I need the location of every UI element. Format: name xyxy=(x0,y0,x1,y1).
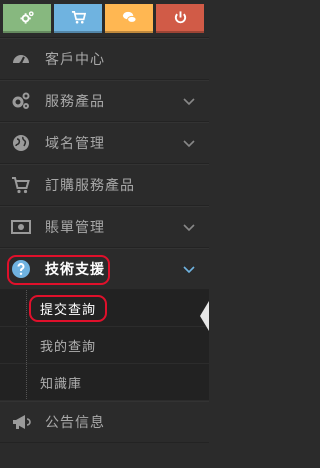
shortcut-settings-button[interactable] xyxy=(3,4,51,33)
nav-item-support[interactable]: 技術支援 xyxy=(0,248,209,290)
nav-item-services[interactable]: 服務產品 xyxy=(0,80,209,122)
nav-item-order-services[interactable]: 訂購服務產品 xyxy=(0,164,209,206)
power-icon xyxy=(174,11,186,24)
chevron-down-icon xyxy=(183,98,195,106)
money-icon xyxy=(10,216,32,238)
submenu-active-arrow xyxy=(200,301,209,331)
nav-item-billing[interactable]: 賬單管理 xyxy=(0,206,209,248)
shortcut-cart-button[interactable] xyxy=(54,4,102,33)
sidebar-nav: 客戶中心 服務產品 域名管理 訂購服務產品 賬單管理 技術支援 提交查詢 我的查… xyxy=(0,38,209,443)
nav-item-announcements[interactable]: 公告信息 xyxy=(0,401,209,443)
shortcut-chat-button[interactable] xyxy=(105,4,153,33)
highlight-annotation xyxy=(29,295,107,322)
submenu-label-my-tickets: 我的查詢 xyxy=(40,339,97,355)
bullhorn-icon xyxy=(10,411,32,433)
nav-label-announcements: 公告信息 xyxy=(45,415,105,431)
sidebar: 客戶中心 服務產品 域名管理 訂購服務產品 賬單管理 技術支援 提交查詢 我的查… xyxy=(0,0,209,468)
chevron-down-icon xyxy=(183,140,195,148)
submenu-item-submit-ticket[interactable]: 提交查詢 xyxy=(0,290,209,327)
chat-icon xyxy=(122,11,137,23)
shortcut-power-button[interactable] xyxy=(156,4,204,33)
submenu-label-knowledgebase: 知識庫 xyxy=(40,376,83,392)
cart-icon xyxy=(10,174,32,196)
nav-label-domains: 域名管理 xyxy=(45,136,105,152)
nav-label-order-services: 訂購服務產品 xyxy=(45,178,135,194)
nav-item-client-center[interactable]: 客戶中心 xyxy=(0,38,209,80)
dashboard-icon xyxy=(10,48,32,70)
cogs-icon xyxy=(10,90,32,112)
cogs-icon xyxy=(19,11,34,24)
chevron-up-icon xyxy=(183,266,195,274)
submenu-item-knowledgebase[interactable]: 知識庫 xyxy=(0,364,209,401)
support-submenu: 提交查詢 我的查詢 知識庫 xyxy=(0,290,209,401)
sidebar-shortcuts xyxy=(0,0,209,38)
nav-item-domains[interactable]: 域名管理 xyxy=(0,122,209,164)
highlight-annotation xyxy=(7,255,110,285)
cart-icon xyxy=(71,11,86,24)
nav-label-client-center: 客戶中心 xyxy=(45,52,105,68)
chevron-down-icon xyxy=(183,224,195,232)
nav-label-services: 服務產品 xyxy=(45,94,105,110)
nav-label-billing: 賬單管理 xyxy=(45,220,105,236)
submenu-item-my-tickets[interactable]: 我的查詢 xyxy=(0,327,209,364)
globe-icon xyxy=(10,132,32,154)
